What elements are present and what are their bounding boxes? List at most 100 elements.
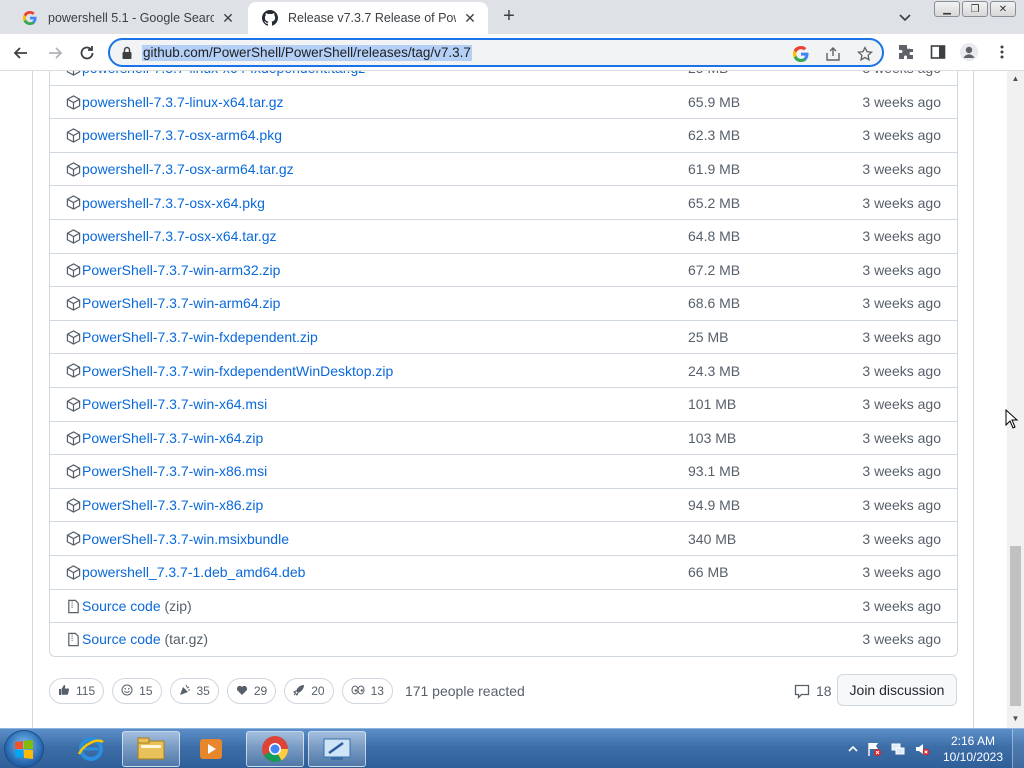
asset-row: powershell-7.3.7-linux-x64-fxdependent.t… (50, 71, 957, 85)
more-menu-icon[interactable] (992, 42, 1012, 62)
asset-link[interactable]: PowerShell-7.3.7-win-x86.zip (82, 497, 263, 513)
google-icon (22, 10, 38, 26)
extensions-icon[interactable] (896, 42, 916, 62)
tab-title: Release v7.3.7 Release of PowerS (288, 11, 456, 25)
smile-icon (121, 684, 133, 699)
source-code-link[interactable]: Source code (zip) (82, 598, 192, 614)
asset-link[interactable]: PowerShell-7.3.7-win-arm32.zip (82, 262, 280, 278)
source-code-ext: (zip) (164, 597, 192, 614)
asset-age: 3 weeks ago (862, 71, 941, 76)
scroll-up-icon[interactable]: ▲ (1010, 74, 1021, 84)
package-icon (66, 71, 82, 77)
asset-link[interactable]: PowerShell-7.3.7-win-x64.zip (82, 430, 263, 446)
reacted-summary[interactable]: 171 people reacted (405, 683, 525, 699)
chevron-down-icon[interactable] (896, 8, 914, 26)
scrollbar-thumb[interactable] (1010, 546, 1021, 706)
asset-row: powershell-7.3.7-linux-x64.tar.gz 65.9 MB… (50, 84, 957, 119)
screenshot-tool-icon[interactable] (308, 731, 366, 767)
tab-github-release[interactable]: Release v7.3.7 Release of PowerS ✕ (248, 2, 488, 34)
asset-link[interactable]: PowerShell-7.3.7-win-x86.msi (82, 463, 267, 479)
asset-row: PowerShell-7.3.7-win-arm32.zip 67.2 MB 3 w… (50, 252, 957, 287)
close-window-icon[interactable]: ✕ (990, 1, 1016, 17)
show-desktop-button[interactable] (1012, 729, 1024, 768)
asset-age: 3 weeks ago (862, 295, 941, 312)
eyes-icon (351, 684, 365, 699)
asset-link[interactable]: powershell_7.3.7-1.deb_amd64.deb (82, 564, 305, 580)
show-hidden-icons-icon[interactable] (845, 741, 861, 757)
reaction-button[interactable]: 15 (112, 678, 162, 704)
chrome-icon[interactable] (246, 731, 304, 767)
asset-age: 3 weeks ago (862, 631, 941, 648)
file-zip-icon (66, 632, 82, 648)
volume-muted-icon[interactable] (914, 741, 930, 757)
asset-row: powershell_7.3.7-1.deb_amd64.deb 66 MB 3 w… (50, 554, 957, 589)
google-lens-icon[interactable] (792, 45, 810, 63)
close-tab-icon[interactable]: ✕ (220, 10, 236, 26)
profile-avatar-icon[interactable] (959, 42, 979, 62)
media-player-icon[interactable] (182, 731, 240, 767)
asset-link[interactable]: PowerShell-7.3.7-win-x64.msi (82, 396, 267, 412)
asset-link[interactable]: powershell-7.3.7-linux-x64.tar.gz (82, 94, 284, 110)
forward-icon[interactable] (42, 40, 68, 66)
github-icon (262, 10, 278, 26)
reaction-count: 115 (76, 684, 96, 698)
source-code-link[interactable]: Source code (tar.gz) (82, 631, 208, 647)
asset-age: 3 weeks ago (862, 161, 941, 178)
bookmark-star-icon[interactable] (856, 45, 874, 63)
side-panel-icon[interactable] (928, 42, 948, 62)
reaction-button[interactable]: 13 (341, 678, 393, 704)
source-code-ext: (tar.gz) (164, 631, 209, 648)
reaction-button[interactable]: 115 (49, 678, 105, 704)
back-icon[interactable] (8, 40, 34, 66)
asset-row: PowerShell-7.3.7-win-fxdependent.zip 25 M… (50, 319, 957, 354)
asset-link[interactable]: powershell-7.3.7-osx-x64.pkg (82, 195, 265, 211)
tada-icon (179, 684, 191, 699)
asset-row: powershell-7.3.7-osx-arm64.tar.gz 61.9 MB… (50, 151, 957, 186)
reload-icon[interactable] (74, 40, 100, 66)
thumbs-up-icon (58, 684, 70, 699)
asset-size: 66 MB (688, 564, 729, 581)
join-discussion-button[interactable]: Join discussion (837, 674, 957, 706)
file-explorer-icon[interactable] (122, 731, 180, 767)
asset-link[interactable]: powershell-7.3.7-linux-x64-fxdependent.t… (82, 71, 365, 76)
url-text[interactable]: github.com/PowerShell/PowerShell/release… (142, 45, 472, 61)
reaction-button[interactable]: 29 (226, 678, 277, 704)
address-bar[interactable]: github.com/PowerShell/PowerShell/release… (108, 38, 884, 67)
package-icon (66, 94, 82, 111)
start-button[interactable] (4, 730, 44, 768)
asset-link[interactable]: PowerShell-7.3.7-win-arm64.zip (82, 295, 280, 311)
restore-icon[interactable]: ❐ (962, 1, 988, 17)
asset-link[interactable]: powershell-7.3.7-osx-arm64.tar.gz (82, 161, 294, 177)
reaction-button[interactable]: 35 (169, 678, 219, 704)
share-icon[interactable] (824, 45, 842, 63)
rocket-icon (293, 684, 305, 699)
scroll-down-icon[interactable]: ▼ (1010, 714, 1021, 724)
package-icon (66, 296, 82, 312)
package-icon (66, 531, 82, 547)
asset-age: 3 weeks ago (862, 329, 941, 346)
asset-size: 103 MB (688, 429, 737, 446)
reaction-count: 20 (311, 684, 325, 698)
asset-size: 68.6 MB (688, 295, 741, 312)
asset-age: 3 weeks ago (862, 127, 941, 144)
lock-icon[interactable] (120, 46, 134, 60)
asset-link[interactable]: powershell-7.3.7-osx-arm64.pkg (82, 127, 282, 143)
asset-link[interactable]: PowerShell-7.3.7-win-fxdependent.zip (82, 329, 318, 345)
page-scrollbar[interactable]: ▲ ▼ (1007, 71, 1024, 728)
network-icon[interactable] (890, 741, 906, 757)
comment-count[interactable]: 18 (794, 683, 832, 699)
close-tab-icon[interactable]: ✕ (462, 10, 478, 26)
action-center-flag-icon[interactable] (866, 741, 882, 757)
new-tab-icon[interactable]: + (498, 6, 520, 28)
package-icon (66, 195, 82, 211)
asset-link[interactable]: powershell-7.3.7-osx-x64.tar.gz (82, 228, 277, 244)
source-code-row: Source code (tar.gz) 3 weeks ago (50, 622, 957, 656)
system-clock[interactable]: 2:16 AM 10/10/2023 (938, 733, 1008, 765)
package-icon (66, 329, 82, 346)
reaction-button[interactable]: 20 (284, 678, 334, 704)
minimize-icon[interactable]: ▁ (934, 1, 960, 17)
tab-google-search[interactable]: powershell 5.1 - Google Search ✕ (8, 2, 246, 34)
internet-explorer-icon[interactable] (62, 731, 120, 767)
asset-link[interactable]: PowerShell-7.3.7-win.msixbundle (82, 531, 289, 547)
asset-link[interactable]: PowerShell-7.3.7-win-fxdependentWinDeskt… (82, 363, 393, 379)
